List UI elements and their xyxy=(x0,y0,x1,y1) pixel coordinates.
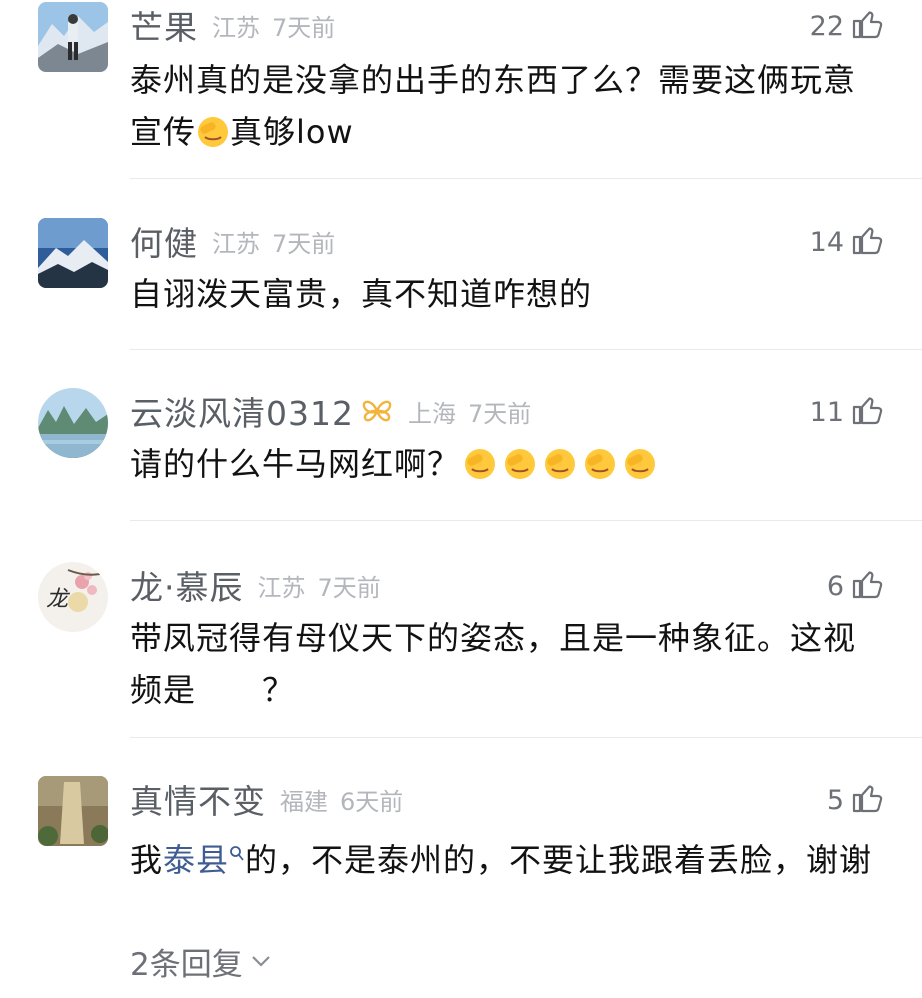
like-count: 5 xyxy=(826,784,844,816)
comment-list: 芒果 江苏 7天前 22 泰州真的是没拿的出手的东西了么？需要这俩玩意宣传 真够l… xyxy=(0,0,922,998)
comment-text: 自诩泼天富贵，真不知道咋想的 xyxy=(130,275,593,313)
location-label: 江苏 xyxy=(257,573,306,602)
user-name[interactable]: 何健 xyxy=(130,217,198,265)
comment-meta: 云淡风清0312 上海 7天前 xyxy=(130,388,531,434)
user-name[interactable]: 真情不变 xyxy=(130,775,266,823)
comment-meta: 芒果 江苏 7天前 xyxy=(130,2,335,48)
search-icon xyxy=(229,826,245,878)
like-button[interactable]: 22 xyxy=(810,6,884,46)
timestamp: 7天前 xyxy=(317,573,381,602)
comment-meta: 龙·慕辰 江苏 7天前 xyxy=(130,562,381,608)
facepalm-emoji xyxy=(500,444,540,496)
view-replies-button[interactable]: 2条回复 xyxy=(130,938,271,984)
like-button[interactable]: 6 xyxy=(827,566,884,606)
avatar[interactable]: 龙 xyxy=(38,562,108,632)
comment-text: 我泰县 的，不是泰州的，不要让我跟着丢脸，谢谢 xyxy=(130,826,886,886)
location-label: 福建 xyxy=(280,787,328,816)
like-count: 22 xyxy=(809,10,844,42)
thumbs-up-icon xyxy=(850,7,884,45)
thumbs-up-icon xyxy=(850,567,884,605)
like-count: 11 xyxy=(809,396,844,428)
like-count: 14 xyxy=(809,226,844,258)
user-name[interactable]: 龙·慕辰 xyxy=(130,561,244,609)
comment-text: 泰州真的是没拿的出手的东西了么？需要这俩玩意宣传 真够low xyxy=(130,54,886,164)
facepalm-emoji xyxy=(196,112,230,164)
thumbs-up-icon xyxy=(850,393,884,431)
facepalm-emoji xyxy=(620,444,660,496)
like-button[interactable]: 11 xyxy=(810,392,884,432)
timestamp: 7天前 xyxy=(272,229,336,258)
location-label: 上海 xyxy=(407,399,456,428)
like-button[interactable]: 5 xyxy=(827,780,884,820)
facepalm-emoji xyxy=(540,444,580,496)
svg-text:龙: 龙 xyxy=(46,587,71,612)
user-name[interactable]: 芒果 xyxy=(130,1,198,49)
comment-text: 请的什么牛马网红啊？ xyxy=(130,438,886,496)
divider xyxy=(130,349,922,350)
like-count: 6 xyxy=(826,570,844,602)
comment-text: 带凤冠得有母仪天下的姿态，且是一种象征。这视频是？ xyxy=(130,619,857,709)
location-label: 江苏 xyxy=(212,13,260,42)
divider xyxy=(130,737,922,738)
avatar[interactable] xyxy=(38,2,108,72)
thumbs-up-icon xyxy=(850,223,884,261)
timestamp: 6天前 xyxy=(340,787,404,816)
badge-icon xyxy=(360,398,394,424)
comment-meta: 何健 江苏 7天前 xyxy=(130,218,335,264)
like-button[interactable]: 14 xyxy=(810,222,884,262)
facepalm-emoji xyxy=(580,444,620,496)
timestamp: 7天前 xyxy=(467,399,532,428)
divider xyxy=(130,520,922,521)
timestamp: 7天前 xyxy=(272,13,336,42)
location-label: 江苏 xyxy=(212,229,260,258)
thumbs-up-icon xyxy=(850,781,884,819)
user-name[interactable]: 云淡风清0312 xyxy=(130,387,354,435)
avatar[interactable] xyxy=(38,218,108,288)
chevron-down-icon xyxy=(251,954,271,968)
comment-meta: 真情不变 福建 6天前 xyxy=(130,776,403,822)
avatar[interactable] xyxy=(38,388,108,458)
avatar[interactable] xyxy=(38,776,108,846)
search-link[interactable]: 泰县 xyxy=(163,841,229,879)
replies-label: 2条回复 xyxy=(130,946,243,983)
facepalm-emoji xyxy=(460,444,500,496)
divider xyxy=(130,178,922,179)
